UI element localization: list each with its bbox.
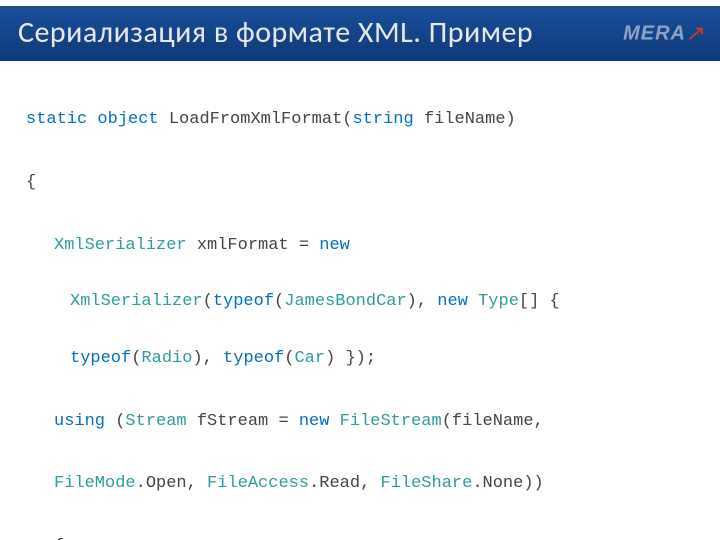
code-line: { [26, 534, 694, 540]
title-bar: Сериализация в формате XML. Пример MERA [0, 6, 720, 61]
kw-new: new [437, 292, 468, 311]
txt: ( [274, 292, 284, 311]
brace: { [26, 173, 36, 192]
txt: [] { [519, 292, 560, 311]
txt: fStream = [187, 412, 299, 431]
txt: .None)) [472, 474, 543, 493]
txt: ( [203, 292, 213, 311]
type-filemode: FileMode [54, 474, 136, 493]
code-block: static object LoadFromXmlFormat(string f… [0, 61, 720, 540]
txt: ) [325, 349, 335, 368]
txt: ) [407, 292, 417, 311]
brand-logo: MERA [623, 22, 706, 45]
type-fileaccess: FileAccess [207, 474, 309, 493]
fn-name: LoadFromXmlFormat( [159, 110, 353, 129]
type-stream: Stream [125, 412, 186, 431]
kw-new: new [299, 412, 330, 431]
code-line: FileMode.Open, FileAccess.Read, FileShar… [26, 471, 694, 497]
type-filestream: FileStream [340, 412, 442, 431]
kw-new: new [319, 236, 350, 255]
txt: ) [192, 349, 202, 368]
kw-typeof: typeof [213, 292, 274, 311]
txt: }); [335, 349, 376, 368]
txt: (fileName, [442, 412, 544, 431]
txt: .Open, [136, 474, 207, 493]
txt: , [417, 292, 437, 311]
code-line: using (Stream fStream = new FileStream(f… [26, 409, 694, 435]
kw-typeof: typeof [70, 349, 131, 368]
slide-title: Сериализация в формате XML. Пример [18, 14, 533, 51]
txt: xmlFormat = [187, 236, 320, 255]
code-line: typeof(Radio), typeof(Car) }); [26, 346, 694, 372]
txt: ( [131, 349, 141, 368]
brand-logo-text: MERA [623, 22, 686, 45]
arrow-icon [688, 25, 706, 43]
param: fileName) [414, 110, 516, 129]
txt: .Read, [309, 474, 380, 493]
kw-using: using [54, 412, 105, 431]
kw-string: string [352, 110, 413, 129]
type-car: Car [294, 349, 325, 368]
txt: ( [105, 412, 125, 431]
type-radio: Radio [141, 349, 192, 368]
type-xmlserializer: XmlSerializer [54, 236, 187, 255]
code-line: XmlSerializer(typeof(JamesBondCar), new … [26, 289, 694, 315]
kw-static: static [26, 110, 87, 129]
code-line: XmlSerializer xmlFormat = new [26, 233, 694, 259]
type-xmlserializer: XmlSerializer [70, 292, 203, 311]
code-line: static object LoadFromXmlFormat(string f… [26, 107, 694, 133]
kw-typeof: typeof [223, 349, 284, 368]
txt: , [203, 349, 223, 368]
code-line: { [26, 170, 694, 196]
type-type: Type [478, 292, 519, 311]
slide: Сериализация в формате XML. Пример MERA … [0, 6, 720, 540]
type-fileshare: FileShare [381, 474, 473, 493]
kw-object: object [97, 110, 158, 129]
type-jamesbondcar: JamesBondCar [284, 292, 406, 311]
txt: ( [284, 349, 294, 368]
